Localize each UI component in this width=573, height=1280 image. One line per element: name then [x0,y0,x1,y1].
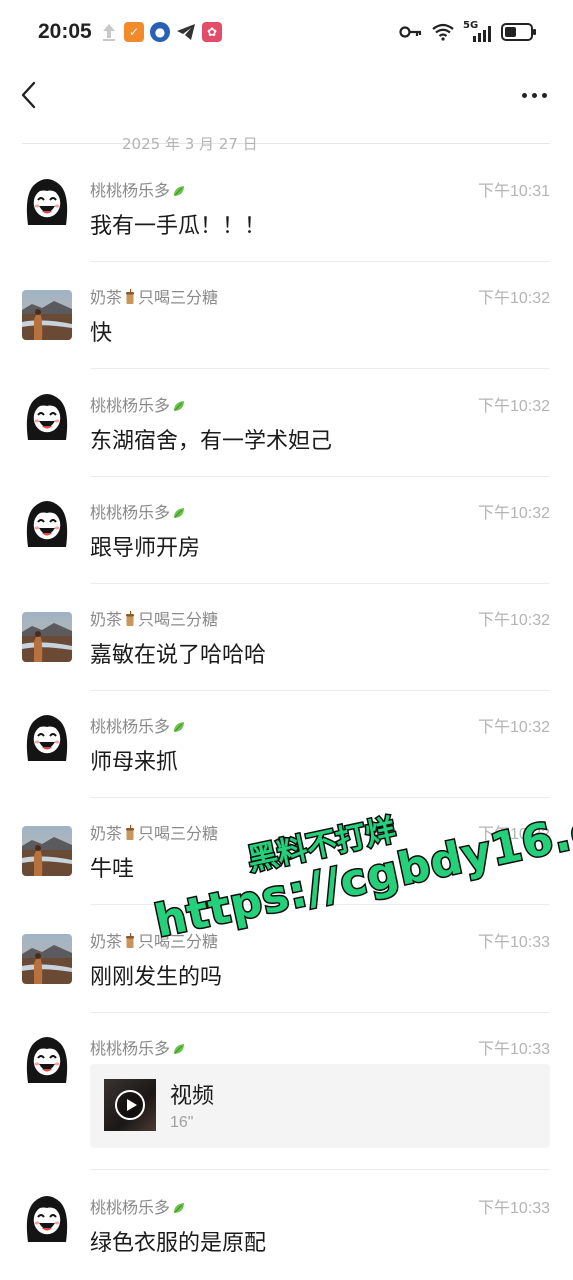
date-divider: 2025 年 3 月 27 日 [22,130,550,156]
message-divider [90,1169,550,1170]
map-app-icon: ● [150,22,170,42]
video-duration: 16" [170,1114,194,1131]
chevron-left-icon [21,81,36,109]
message-text: 嘉敏在说了哈哈哈 [90,643,267,668]
more-icon [521,92,527,98]
video-title: 视频 [170,1084,215,1109]
message-text: 牛哇 [90,857,135,882]
message-time: 下午10:32 [477,612,550,629]
message-time: 下午10:32 [477,290,550,307]
sender-name: 桃桃杨乐多 [90,1194,186,1218]
message-text: 刚刚发生的吗 [90,965,223,990]
leaf-icon [174,1044,185,1054]
shield-app-icon: ✓ [124,22,144,42]
leaf-icon [174,186,185,196]
play-icon [115,1090,145,1120]
message-text: 我有一手瓜！！！ [90,214,267,239]
game-app-icon: ✿ [202,22,222,42]
wifi-icon [432,23,454,41]
message-time: 下午10:33 [477,934,550,951]
video-thumbnail[interactable] [104,1079,156,1131]
notification-icons: ✓ ● ✿ [100,22,222,42]
milk-tea-icon [126,825,135,840]
message-time: 下午10:32 [477,826,550,843]
message-time: 下午10:32 [477,398,550,415]
sender-name: 桃桃杨乐多 [90,177,186,201]
message-time: 下午10:33 [477,1200,550,1217]
avatar-taotao[interactable] [22,175,72,225]
avatar-naicha[interactable] [22,826,72,876]
message-divider [90,261,550,262]
back-button[interactable] [16,78,46,112]
avatar-taotao[interactable] [22,497,72,547]
message-divider [90,476,550,477]
message-divider [90,583,550,584]
sender-name: 桃桃杨乐多 [90,499,186,523]
avatar-taotao[interactable] [22,1033,72,1083]
message-divider [90,690,550,691]
upload-icon [103,24,115,41]
signal-5g-icon: 5G [463,20,493,42]
system-icons: 5G [399,20,537,42]
avatar-naicha[interactable] [22,934,72,984]
message-divider [90,368,550,369]
message-time: 下午10:32 [477,719,550,736]
message-time: 下午10:32 [477,505,550,522]
sender-name: 奶茶 只喝三分糖 [90,610,219,629]
message-time: 下午10:33 [477,1041,550,1058]
sender-name: 桃桃杨乐多 [90,1035,186,1059]
leaf-icon [174,722,185,732]
leaf-icon [174,508,185,518]
key-icon [399,26,422,38]
message-text: 快 [90,321,113,346]
sender-name: 桃桃杨乐多 [90,392,186,416]
leaf-icon [174,401,185,411]
avatar-taotao[interactable] [22,1192,72,1242]
message-time: 下午10:31 [477,183,550,200]
leaf-icon [174,1203,185,1213]
avatar-taotao[interactable] [22,711,72,761]
message-text: 绿色衣服的是原配 [90,1231,267,1256]
more-button[interactable] [517,86,551,104]
message-text: 跟导师开房 [90,536,201,561]
battery-icon [501,23,536,41]
top-nav [0,64,573,126]
watermark-line2: https://cgbdy16.com [149,786,573,949]
status-bar: 20:05 ✓ ● ✿ 5G [0,0,573,64]
message-text: 东湖宿舍，有一学术妲己 [90,429,333,454]
avatar-naicha[interactable] [22,612,72,662]
video-message[interactable]: 视频 16" [90,1064,550,1148]
avatar-naicha[interactable] [22,290,72,340]
telegram-icon [177,24,195,40]
message-divider [90,1012,550,1013]
sender-name: 奶茶 只喝三分糖 [90,932,219,951]
milk-tea-icon [126,933,135,948]
milk-tea-icon [126,289,135,304]
sender-name: 奶茶 只喝三分糖 [90,824,219,843]
message-divider [90,904,550,905]
status-time: 20:05 [38,20,92,43]
watermark-line1: 黑料不打烊 [243,811,400,879]
date-label: 2025 年 3 月 27 日 [122,134,258,153]
message-divider [90,797,550,798]
milk-tea-icon [126,611,135,626]
message-text: 师母来抓 [90,750,179,775]
avatar-taotao[interactable] [22,390,72,440]
sender-name: 奶茶 只喝三分糖 [90,288,219,307]
sender-name: 桃桃杨乐多 [90,713,186,737]
